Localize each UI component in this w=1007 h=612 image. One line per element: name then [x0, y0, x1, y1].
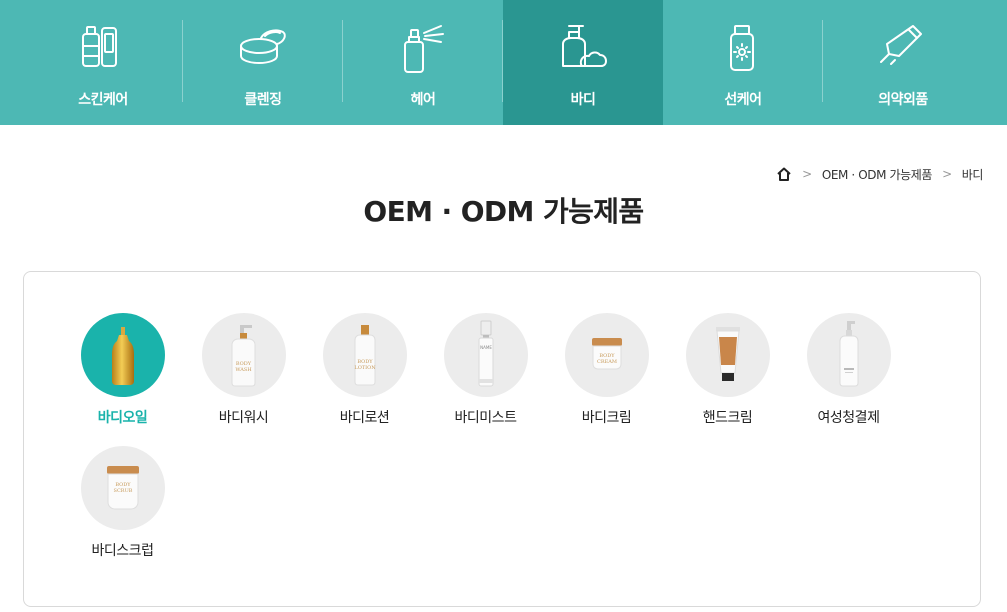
breadcrumb-separator: > — [802, 167, 812, 181]
category-body[interactable]: 바디 — [503, 0, 663, 125]
category-cleansing[interactable]: 클렌징 — [183, 0, 343, 125]
product-body-scrub[interactable]: BODY SCRUB 바디스크럽 — [62, 446, 183, 560]
category-skincare[interactable]: 스킨케어 — [23, 0, 183, 125]
category-suncare[interactable]: 선케어 — [663, 0, 823, 125]
home-icon[interactable] — [776, 166, 792, 182]
product-name: 바디미스트 — [454, 410, 517, 426]
page-title: OEM · ODM 가능제품 — [363, 195, 644, 228]
quasi-drug-tube-icon — [875, 20, 931, 76]
feminine-wash-pump-bottle-icon — [839, 321, 858, 387]
bottle-text: BODY WASH — [235, 361, 252, 373]
body-scrub-jar-icon: BODY SCRUB — [106, 466, 139, 510]
hair-spray-icon — [395, 20, 451, 76]
product-thumb — [80, 313, 165, 397]
breadcrumb: > OEM · ODM 가능제품 > 바디 — [776, 165, 983, 183]
category-label: 바디 — [570, 92, 596, 108]
product-thumb: BODY LOTION — [322, 313, 407, 397]
product-name: 바디오일 — [97, 410, 148, 426]
bottle-text: BODY SCRUB — [113, 482, 132, 494]
body-mist-spray-bottle-icon: NAME — [478, 320, 493, 387]
category-label: 헤어 — [410, 92, 436, 108]
product-body-oil[interactable]: 바디오일 — [62, 313, 183, 427]
product-thumb: BODY WASH — [201, 313, 286, 397]
product-name: 여성청결제 — [817, 410, 880, 426]
category-label: 스킨케어 — [78, 92, 128, 108]
category-hair[interactable]: 헤어 — [343, 0, 503, 125]
product-name: 바디워시 — [218, 410, 269, 426]
category-label: 클렌징 — [244, 92, 282, 108]
product-name: 바디로션 — [339, 410, 390, 426]
product-body-mist[interactable]: NAME 바디미스트 — [425, 313, 546, 427]
breadcrumb-item-body[interactable]: 바디 — [962, 166, 984, 183]
product-name: 바디크림 — [581, 410, 632, 426]
product-thumb: NAME — [443, 313, 528, 397]
product-thumb: BODY SCRUB — [80, 446, 165, 530]
category-label: 의약외품 — [878, 92, 928, 108]
product-name: 바디스크럽 — [91, 543, 154, 559]
product-body-lotion[interactable]: BODY LOTION 바디로션 — [304, 313, 425, 427]
body-cream-jar-icon: BODY CREAM — [591, 338, 622, 370]
product-thumb — [685, 313, 770, 397]
body-lotion-bottle-icon: BODY LOTION — [354, 325, 376, 386]
breadcrumb-separator: > — [942, 167, 952, 181]
product-thumb: BODY CREAM — [564, 313, 649, 397]
product-thumb — [806, 313, 891, 397]
body-wash-pump-bottle-icon: BODY WASH — [231, 325, 255, 387]
product-feminine-wash[interactable]: 여성청결제 — [788, 313, 909, 427]
skincare-bottles-icon — [75, 20, 131, 76]
product-panel: 바디오일 BODY WASH 바디워시 BODY LOTION 바디로션 NAM… — [23, 271, 981, 607]
category-nav: 스킨케어 클렌징 헤어 바디 선케어 의약외품 — [0, 0, 1007, 125]
suncare-bottle-icon — [715, 20, 771, 76]
bottle-text: BODY CREAM — [597, 353, 617, 365]
hand-cream-tube-icon — [715, 327, 740, 381]
category-label: 선케어 — [724, 92, 762, 108]
category-quasi-drug[interactable]: 의약외품 — [823, 0, 983, 125]
product-name: 핸드크림 — [702, 410, 753, 426]
breadcrumb-item-oem-odm[interactable]: OEM · ODM 가능제품 — [822, 166, 933, 183]
product-body-wash[interactable]: BODY WASH 바디워시 — [183, 313, 304, 427]
body-pump-bottle-icon — [555, 20, 611, 76]
bottle-text: NAME — [480, 345, 492, 350]
product-hand-cream[interactable]: 핸드크림 — [667, 313, 788, 427]
product-body-cream[interactable]: BODY CREAM 바디크림 — [546, 313, 667, 427]
cleansing-jar-icon — [235, 20, 291, 76]
body-oil-bottle-icon — [111, 327, 134, 385]
